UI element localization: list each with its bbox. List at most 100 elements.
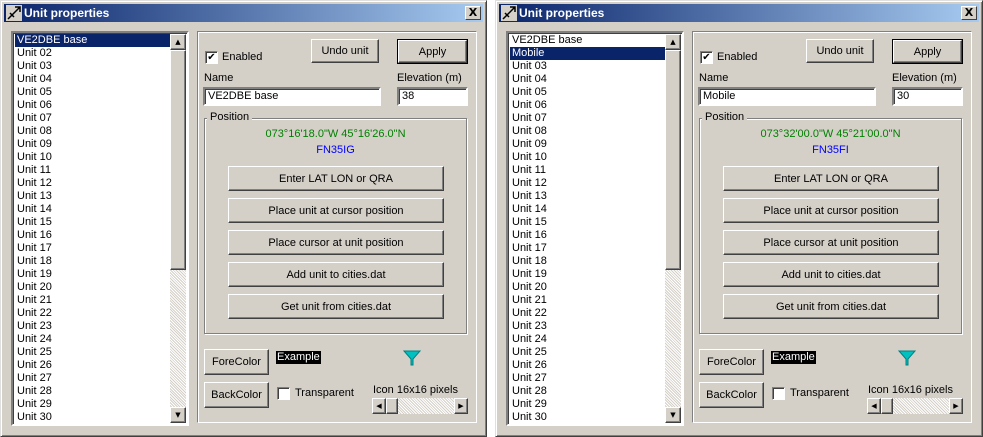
list-item[interactable]: Unit 16: [15, 229, 170, 242]
place-unit-at-cursor-button[interactable]: Place unit at cursor position: [228, 198, 444, 223]
list-item[interactable]: Unit 05: [510, 86, 665, 99]
forecolor-button[interactable]: ForeColor: [204, 349, 269, 375]
list-item[interactable]: Unit 29: [15, 398, 170, 411]
list-item[interactable]: Unit 12: [15, 177, 170, 190]
list-item[interactable]: Unit 03: [15, 60, 170, 73]
scroll-up-arrow-icon[interactable]: ▲: [170, 34, 186, 50]
titlebar[interactable]: Unit properties X: [4, 4, 483, 22]
close-icon[interactable]: X: [961, 6, 977, 20]
list-item[interactable]: Unit 10: [510, 151, 665, 164]
scroll-right-arrow-icon[interactable]: ▶: [949, 398, 963, 414]
list-item[interactable]: Unit 27: [510, 372, 665, 385]
list-item[interactable]: Unit 28: [15, 385, 170, 398]
list-item[interactable]: Unit 10: [15, 151, 170, 164]
place-unit-at-cursor-button[interactable]: Place unit at cursor position: [723, 198, 939, 223]
list-item[interactable]: Unit 08: [510, 125, 665, 138]
list-item[interactable]: Unit 07: [15, 112, 170, 125]
unit-list-scrollbar[interactable]: ▲ ▼: [170, 34, 186, 423]
list-item[interactable]: Unit 18: [15, 255, 170, 268]
list-item[interactable]: Unit 05: [15, 86, 170, 99]
list-item[interactable]: Unit 07: [510, 112, 665, 125]
list-item[interactable]: Unit 06: [15, 99, 170, 112]
list-item[interactable]: Unit 09: [15, 138, 170, 151]
icon-scrollbar[interactable]: ◀ ▶: [867, 398, 963, 414]
list-item[interactable]: Unit 26: [510, 359, 665, 372]
place-cursor-at-unit-button[interactable]: Place cursor at unit position: [723, 230, 939, 255]
list-item[interactable]: Unit 21: [15, 294, 170, 307]
list-item[interactable]: VE2DBE base: [15, 34, 170, 47]
enabled-checkbox[interactable]: ✔: [205, 51, 218, 64]
forecolor-button[interactable]: ForeColor: [699, 349, 764, 375]
list-item[interactable]: Unit 20: [15, 281, 170, 294]
name-field[interactable]: VE2DBE base: [203, 87, 381, 106]
list-item[interactable]: Unit 16: [510, 229, 665, 242]
list-item[interactable]: Unit 04: [510, 73, 665, 86]
list-item[interactable]: Unit 03: [510, 60, 665, 73]
scroll-down-arrow-icon[interactable]: ▼: [665, 407, 681, 423]
scroll-left-arrow-icon[interactable]: ◀: [867, 398, 881, 414]
list-item[interactable]: Unit 19: [15, 268, 170, 281]
list-item[interactable]: Unit 06: [510, 99, 665, 112]
list-item[interactable]: Unit 21: [510, 294, 665, 307]
list-item[interactable]: VE2DBE base: [510, 34, 665, 47]
list-item[interactable]: Unit 15: [510, 216, 665, 229]
list-item[interactable]: Unit 13: [510, 190, 665, 203]
scroll-up-arrow-icon[interactable]: ▲: [665, 34, 681, 50]
list-item[interactable]: Unit 15: [15, 216, 170, 229]
unit-list-scrollbar[interactable]: ▲ ▼: [665, 34, 681, 423]
list-item[interactable]: Unit 11: [15, 164, 170, 177]
list-item[interactable]: Unit 14: [510, 203, 665, 216]
list-item[interactable]: Unit 26: [15, 359, 170, 372]
list-item[interactable]: Unit 02: [15, 47, 170, 60]
list-item[interactable]: Unit 23: [15, 320, 170, 333]
list-item[interactable]: Unit 24: [15, 333, 170, 346]
list-item[interactable]: Unit 22: [510, 307, 665, 320]
list-item[interactable]: Unit 24: [510, 333, 665, 346]
apply-button[interactable]: Apply: [397, 39, 468, 64]
place-cursor-at-unit-button[interactable]: Place cursor at unit position: [228, 230, 444, 255]
scroll-thumb[interactable]: [665, 50, 681, 270]
transparent-checkbox[interactable]: [772, 387, 785, 400]
scroll-left-arrow-icon[interactable]: ◀: [372, 398, 386, 414]
list-item[interactable]: Unit 30: [15, 411, 170, 424]
undo-unit-button[interactable]: Undo unit: [311, 39, 379, 63]
list-item[interactable]: Unit 12: [510, 177, 665, 190]
get-unit-from-cities-button[interactable]: Get unit from cities.dat: [228, 294, 444, 319]
list-item[interactable]: Unit 23: [510, 320, 665, 333]
get-unit-from-cities-button[interactable]: Get unit from cities.dat: [723, 294, 939, 319]
scroll-thumb[interactable]: [170, 50, 186, 270]
backcolor-button[interactable]: BackColor: [699, 382, 764, 408]
unit-list[interactable]: VE2DBE base Unit 02 Unit 03 Unit 04 Unit 05 U…: [11, 31, 189, 426]
list-item[interactable]: Unit 11: [510, 164, 665, 177]
name-field[interactable]: Mobile: [698, 87, 876, 106]
list-item[interactable]: Unit 18: [510, 255, 665, 268]
list-item[interactable]: Unit 08: [15, 125, 170, 138]
list-item[interactable]: Unit 22: [15, 307, 170, 320]
elevation-field[interactable]: 38: [397, 87, 468, 106]
list-item[interactable]: Unit 27: [15, 372, 170, 385]
list-item[interactable]: Unit 25: [15, 346, 170, 359]
list-item[interactable]: Unit 25: [510, 346, 665, 359]
funnel-icon[interactable]: [403, 350, 421, 366]
funnel-icon[interactable]: [898, 350, 916, 366]
scroll-right-arrow-icon[interactable]: ▶: [454, 398, 468, 414]
list-item[interactable]: Unit 30: [510, 411, 665, 424]
icon-scrollbar[interactable]: ◀ ▶: [372, 398, 468, 414]
icon-scroll-thumb[interactable]: [386, 398, 398, 414]
list-item[interactable]: Unit 17: [510, 242, 665, 255]
list-item[interactable]: Unit 04: [15, 73, 170, 86]
scroll-down-arrow-icon[interactable]: ▼: [170, 407, 186, 423]
list-item[interactable]: Unit 28: [510, 385, 665, 398]
backcolor-button[interactable]: BackColor: [204, 382, 269, 408]
enter-lat-lon-qra-button[interactable]: Enter LAT LON or QRA: [723, 166, 939, 191]
apply-button[interactable]: Apply: [892, 39, 963, 64]
list-item[interactable]: Unit 09: [510, 138, 665, 151]
list-item[interactable]: Unit 13: [15, 190, 170, 203]
transparent-checkbox[interactable]: [277, 387, 290, 400]
list-item[interactable]: Unit 17: [15, 242, 170, 255]
list-item[interactable]: Unit 20: [510, 281, 665, 294]
enabled-checkbox[interactable]: ✔: [700, 51, 713, 64]
add-unit-to-cities-button[interactable]: Add unit to cities.dat: [723, 262, 939, 287]
enter-lat-lon-qra-button[interactable]: Enter LAT LON or QRA: [228, 166, 444, 191]
elevation-field[interactable]: 30: [892, 87, 963, 106]
